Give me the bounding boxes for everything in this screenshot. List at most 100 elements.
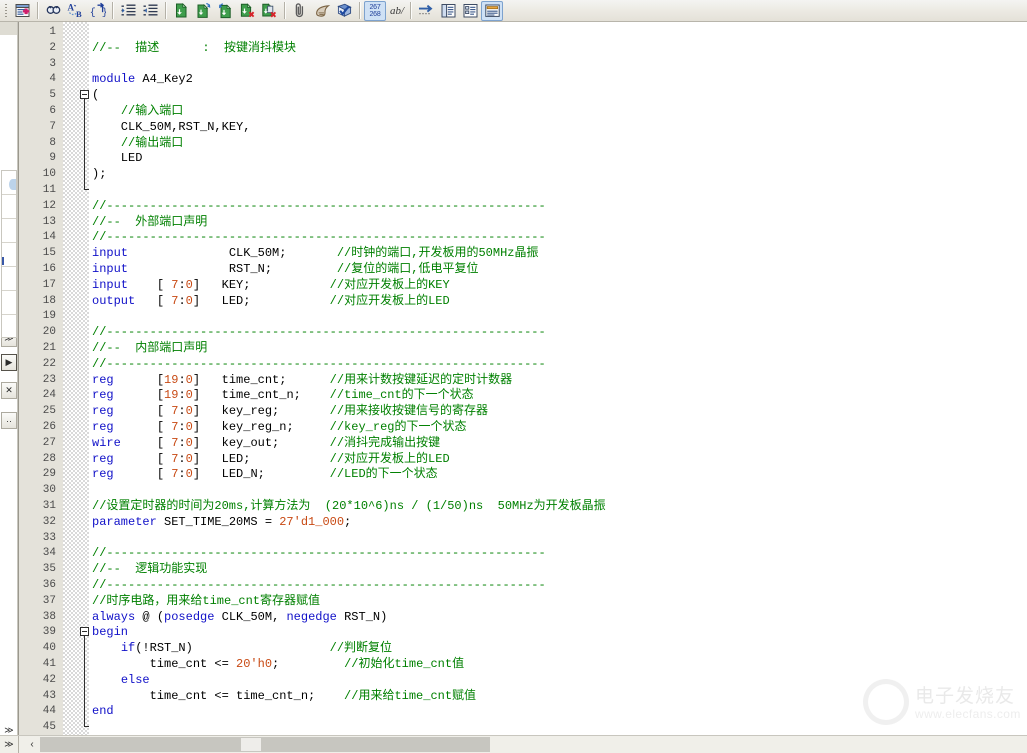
code-line[interactable]: 1 — [19, 24, 1027, 40]
code-text[interactable]: if(!RST_N) //判断复位 — [92, 640, 392, 656]
code-line[interactable]: 11 — [19, 182, 1027, 198]
code-line[interactable]: 40 if(!RST_N) //判断复位 — [19, 640, 1027, 656]
code-line[interactable]: 35 //-- 逻辑功能实现 — [19, 561, 1027, 577]
code-text[interactable]: reg [ 7:0] key_reg_n; //key_reg的下一个状态 — [92, 419, 466, 435]
dock-close-button[interactable]: ✕ — [1, 382, 17, 399]
code-text[interactable]: //-- 外部端口声明 — [92, 214, 207, 230]
code-text[interactable]: input [ 7:0] KEY; //对应开发板上的KEY — [92, 277, 450, 293]
view-left-pane-icon[interactable] — [437, 1, 459, 21]
code-line[interactable]: 43 time_cnt <= time_cnt_n; //用来给time_cnt… — [19, 688, 1027, 704]
code-line[interactable]: 44 end — [19, 703, 1027, 719]
code-text[interactable]: //输出端口 — [92, 135, 183, 151]
find-icon[interactable] — [42, 1, 64, 21]
attach-clip-icon[interactable] — [289, 1, 311, 21]
code-line[interactable]: 14 //------------------------------------… — [19, 229, 1027, 245]
goto-line-icon[interactable]: { } — [86, 1, 108, 21]
insert-template-icon[interactable] — [11, 1, 33, 21]
comment-selected-icon[interactable] — [170, 1, 192, 21]
code-text[interactable]: //输入端口 — [92, 103, 183, 119]
code-text[interactable]: ); — [92, 166, 106, 182]
code-line[interactable]: 6 //输入端口 — [19, 103, 1027, 119]
code-text[interactable]: input RST_N; //复位的端口,低电平复位 — [92, 261, 478, 277]
decrease-indent-icon[interactable] — [139, 1, 161, 21]
code-text[interactable]: parameter SET_TIME_20MS = 27'd1_000; — [92, 514, 351, 530]
code-text[interactable]: //--------------------------------------… — [92, 229, 546, 245]
code-text[interactable]: input CLK_50M; //时钟的端口,开发板用的50MHz晶振 — [92, 245, 538, 261]
code-surface[interactable]: 1 2//-- 描述 : 按键消抖模块 3 4 module A4_Key2 5(6 //… — [19, 22, 1027, 735]
toolbar-drag-grip[interactable] — [3, 1, 10, 20]
code-line[interactable]: 7 CLK_50M,RST_N,KEY, — [19, 119, 1027, 135]
code-text[interactable]: CLK_50M,RST_N,KEY, — [92, 119, 251, 135]
code-line[interactable]: 36 //------------------------------------… — [19, 577, 1027, 593]
code-text[interactable]: //-- 逻辑功能实现 — [92, 561, 207, 577]
fold-collapse-button[interactable] — [80, 90, 89, 100]
code-text[interactable]: //--------------------------------------… — [92, 356, 546, 372]
fold-collapse-button[interactable] — [80, 627, 89, 637]
uncomment-selected-icon[interactable] — [192, 1, 214, 21]
scroll-document-icon[interactable] — [311, 1, 333, 21]
code-text[interactable]: module A4_Key2 — [92, 71, 193, 87]
code-text[interactable]: //--------------------------------------… — [92, 324, 546, 340]
remove-code-icon[interactable] — [236, 1, 258, 21]
code-line[interactable]: 31 //设置定时器的时间为20ms,计算方法为 (20*10^6)ns / (1… — [19, 498, 1027, 514]
code-line[interactable]: 10); — [19, 166, 1027, 182]
code-line[interactable]: 30 — [19, 482, 1027, 498]
code-line[interactable]: 37 //时序电路，用来给time_cnt寄存器赋值 — [19, 593, 1027, 609]
code-line[interactable]: 5( — [19, 87, 1027, 103]
code-line[interactable]: 25 reg [ 7:0] key_reg; //用来接收按键信号的寄存器 — [19, 403, 1027, 419]
code-line[interactable]: 38 always @ (posedge CLK_50M, negedge RST… — [19, 609, 1027, 625]
code-line[interactable]: 39 begin — [19, 624, 1027, 640]
code-text[interactable]: //设置定时器的时间为20ms,计算方法为 (20*10^6)ns / (1/5… — [92, 498, 606, 514]
code-text[interactable]: //时序电路，用来给time_cnt寄存器赋值 — [92, 593, 320, 609]
code-line[interactable]: 26 reg [ 7:0] key_reg_n; //key_reg的下一个状态 — [19, 419, 1027, 435]
code-line[interactable]: 13 //-- 外部端口声明 — [19, 214, 1027, 230]
code-text[interactable]: always @ (posedge CLK_50M, negedge RST_N… — [92, 609, 387, 625]
code-line[interactable]: 18 output [ 7:0] LED; //对应开发板上的LED — [19, 293, 1027, 309]
insert-code-icon[interactable] — [214, 1, 236, 21]
code-line[interactable]: 42 else — [19, 672, 1027, 688]
code-text[interactable]: reg [19:0] time_cnt_n; //time_cnt的下一个状态 — [92, 387, 474, 403]
line-numbers-toggle[interactable]: 267 268 — [364, 0, 386, 21]
code-text[interactable]: end — [92, 703, 114, 719]
code-line[interactable]: 19 — [19, 308, 1027, 324]
check-syntax-icon[interactable] — [333, 1, 355, 21]
code-text[interactable]: else — [92, 672, 150, 688]
code-line[interactable]: 8 //输出端口 — [19, 135, 1027, 151]
code-line[interactable]: 2 //-- 描述 : 按键消抖模块 — [19, 40, 1027, 56]
code-text[interactable]: reg [ 7:0] LED_N; //LED的下一个状态 — [92, 466, 438, 482]
code-line[interactable]: 23 reg [19:0] time_cnt; //用来计数按键延迟的定时计数器 — [19, 372, 1027, 388]
code-line[interactable]: 4 module A4_Key2 — [19, 71, 1027, 87]
code-line[interactable]: 3 — [19, 56, 1027, 72]
code-text[interactable]: time_cnt <= time_cnt_n; //用来给time_cnt赋值 — [92, 688, 476, 704]
code-line[interactable]: 9 LED — [19, 150, 1027, 166]
code-text[interactable]: LED — [92, 150, 143, 166]
code-text[interactable]: //-- 内部端口声明 — [92, 340, 207, 356]
code-line[interactable]: 45 — [19, 719, 1027, 735]
code-text[interactable]: //--------------------------------------… — [92, 577, 546, 593]
code-line[interactable]: 28 reg [ 7:0] LED; //对应开发板上的LED — [19, 451, 1027, 467]
code-line[interactable]: 24 reg [19:0] time_cnt_n; //time_cnt的下一个状… — [19, 387, 1027, 403]
goto-next-icon[interactable] — [415, 1, 437, 21]
dock-mini-grid[interactable] — [1, 170, 17, 338]
code-text[interactable]: output [ 7:0] LED; //对应开发板上的LED — [92, 293, 450, 309]
code-text[interactable]: //--------------------------------------… — [92, 545, 546, 561]
code-editor[interactable]: 1 2//-- 描述 : 按键消抖模块 3 4 module A4_Key2 5(6 //… — [18, 22, 1027, 735]
code-line[interactable]: 29 reg [ 7:0] LED_N; //LED的下一个状态 — [19, 466, 1027, 482]
code-text[interactable]: reg [19:0] time_cnt; //用来计数按键延迟的定时计数器 — [92, 372, 512, 388]
scroll-left-button[interactable]: ‹ — [24, 737, 40, 753]
code-line[interactable]: 41 time_cnt <= 20'h0; //初始化time_cnt值 — [19, 656, 1027, 672]
increase-indent-icon[interactable] — [117, 1, 139, 21]
code-text[interactable]: reg [ 7:0] LED; //对应开发板上的LED — [92, 451, 450, 467]
replace-icon[interactable]: A B — [64, 1, 86, 21]
code-line[interactable]: 32 parameter SET_TIME_20MS = 27'd1_000; — [19, 514, 1027, 530]
code-line[interactable]: 33 — [19, 530, 1027, 546]
code-text[interactable]: time_cnt <= 20'h0; //初始化time_cnt值 — [92, 656, 464, 672]
delete-block-icon[interactable] — [258, 1, 280, 21]
code-line[interactable]: 15 input CLK_50M; //时钟的端口,开发板用的50MHz晶振 — [19, 245, 1027, 261]
code-line[interactable]: 16 input RST_N; //复位的端口,低电平复位 — [19, 261, 1027, 277]
dock-options-button[interactable]: ·· — [1, 412, 17, 429]
code-text[interactable]: begin — [92, 624, 128, 640]
code-line[interactable]: 27 wire [ 7:0] key_out; //消抖完成输出按键 — [19, 435, 1027, 451]
dock-play-button[interactable]: ▶ — [1, 354, 17, 371]
code-text[interactable]: //--------------------------------------… — [92, 198, 546, 214]
